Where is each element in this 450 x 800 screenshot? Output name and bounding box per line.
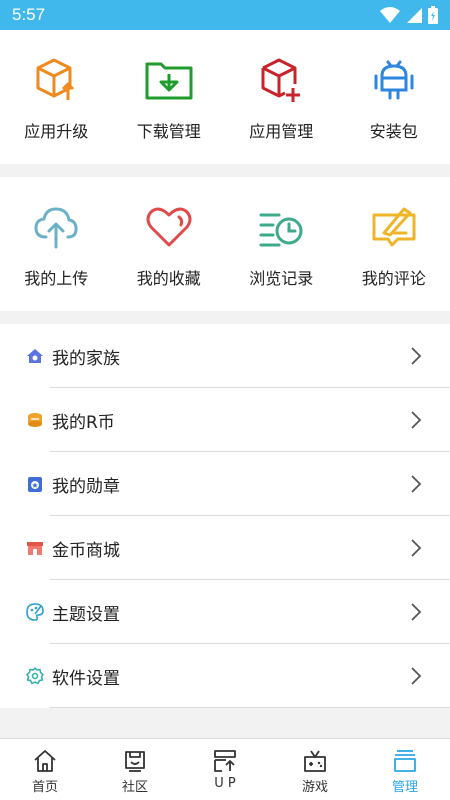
chevron-right-icon <box>411 347 422 365</box>
nav-label-manage: 管理 <box>391 780 418 795</box>
settings-gear-icon <box>26 667 44 685</box>
menu-item-r-coin[interactable]: 我的R币 <box>0 388 450 452</box>
menu-item-family-label: 我的家族 <box>52 348 120 369</box>
nav-label-up: U P <box>214 776 236 791</box>
personal-panel: 我的上传 我的收藏 浏览记录 我的评论 <box>0 177 450 311</box>
shop-icon <box>27 542 43 555</box>
app-upgrade-icon <box>36 58 75 100</box>
chevron-right-icon <box>411 603 422 621</box>
wifi-icon <box>380 7 400 23</box>
install-package-label: 安装包 <box>369 122 418 141</box>
menu-item-r-coin-label: 我的R币 <box>52 412 115 433</box>
my-comments-button[interactable]: 我的评论 <box>338 177 450 311</box>
status-time: 5:57 <box>12 5 46 24</box>
my-favorites-button[interactable]: 我的收藏 <box>113 177 226 311</box>
app-manage-button[interactable]: 应用管理 <box>225 30 338 164</box>
download-manage-label: 下载管理 <box>136 122 201 141</box>
chevron-right-icon <box>411 539 422 557</box>
up-icon <box>214 750 236 772</box>
nav-label-games: 游戏 <box>301 780 328 795</box>
my-upload-button[interactable]: 我的上传 <box>0 177 113 311</box>
family-icon <box>27 349 43 363</box>
history-icon <box>259 213 303 247</box>
divider <box>50 707 450 708</box>
app-upgrade-button[interactable]: 应用升级 <box>0 30 113 164</box>
comment-icon <box>372 207 416 247</box>
nav-item-manage[interactable]: 管理 <box>360 739 450 800</box>
browse-history-label: 浏览记录 <box>249 269 314 288</box>
chevron-right-icon <box>411 667 422 685</box>
menu-item-coin-shop[interactable]: 金币商城 <box>0 516 450 580</box>
menu-item-medal[interactable]: 我的勋章 <box>0 452 450 516</box>
nav-item-community[interactable]: 社区 <box>90 739 180 800</box>
nav-item-up[interactable]: U P <box>180 739 270 800</box>
my-upload-label: 我的上传 <box>24 269 89 288</box>
palette-icon <box>26 603 44 621</box>
app-manage-label: 应用管理 <box>249 122 314 141</box>
signal-icon <box>407 8 422 23</box>
home-icon <box>34 750 56 772</box>
community-icon <box>125 751 145 772</box>
menu-list: 我的家族 我的R币 我的勋章 金币商城 主题设置 软件设置 <box>0 324 450 708</box>
my-favorites-label: 我的收藏 <box>136 269 201 288</box>
manage-icon <box>394 750 416 772</box>
menu-item-theme-settings[interactable]: 主题设置 <box>0 580 450 644</box>
coin-icon <box>28 413 42 427</box>
status-bar: 5:57 <box>0 0 450 30</box>
battery-icon <box>428 6 438 24</box>
game-icon <box>304 750 326 772</box>
chevron-right-icon <box>411 475 422 493</box>
menu-item-theme-settings-label: 主题设置 <box>52 604 120 625</box>
app-upgrade-label: 应用升级 <box>24 122 89 141</box>
status-icons <box>380 6 438 24</box>
chevron-right-icon <box>411 411 422 429</box>
medal-icon <box>28 477 42 492</box>
menu-item-app-settings-label: 软件设置 <box>52 668 120 689</box>
install-package-button[interactable]: 安装包 <box>338 30 450 164</box>
upload-icon <box>34 207 78 249</box>
menu-item-medal-label: 我的勋章 <box>52 476 120 497</box>
menu-item-app-settings[interactable]: 软件设置 <box>0 644 450 708</box>
nav-item-home[interactable]: 首页 <box>0 739 90 800</box>
favorite-heart-icon <box>146 207 192 247</box>
bottom-navigation: 首页 社区 U P 游戏 管理 <box>0 738 450 800</box>
app-manage-icon <box>261 58 301 102</box>
my-comments-label: 我的评论 <box>361 269 426 288</box>
browse-history-button[interactable]: 浏览记录 <box>225 177 338 311</box>
install-package-icon <box>374 60 414 100</box>
nav-label-home: 首页 <box>31 780 58 795</box>
download-manage-icon <box>145 62 193 100</box>
menu-item-coin-shop-label: 金币商城 <box>52 540 120 561</box>
menu-item-family[interactable]: 我的家族 <box>0 324 450 388</box>
quick-actions-panel: 应用升级 下载管理 应用管理 安装包 <box>0 30 450 164</box>
nav-label-community: 社区 <box>121 780 148 795</box>
nav-item-games[interactable]: 游戏 <box>270 739 360 800</box>
download-manage-button[interactable]: 下载管理 <box>113 30 226 164</box>
